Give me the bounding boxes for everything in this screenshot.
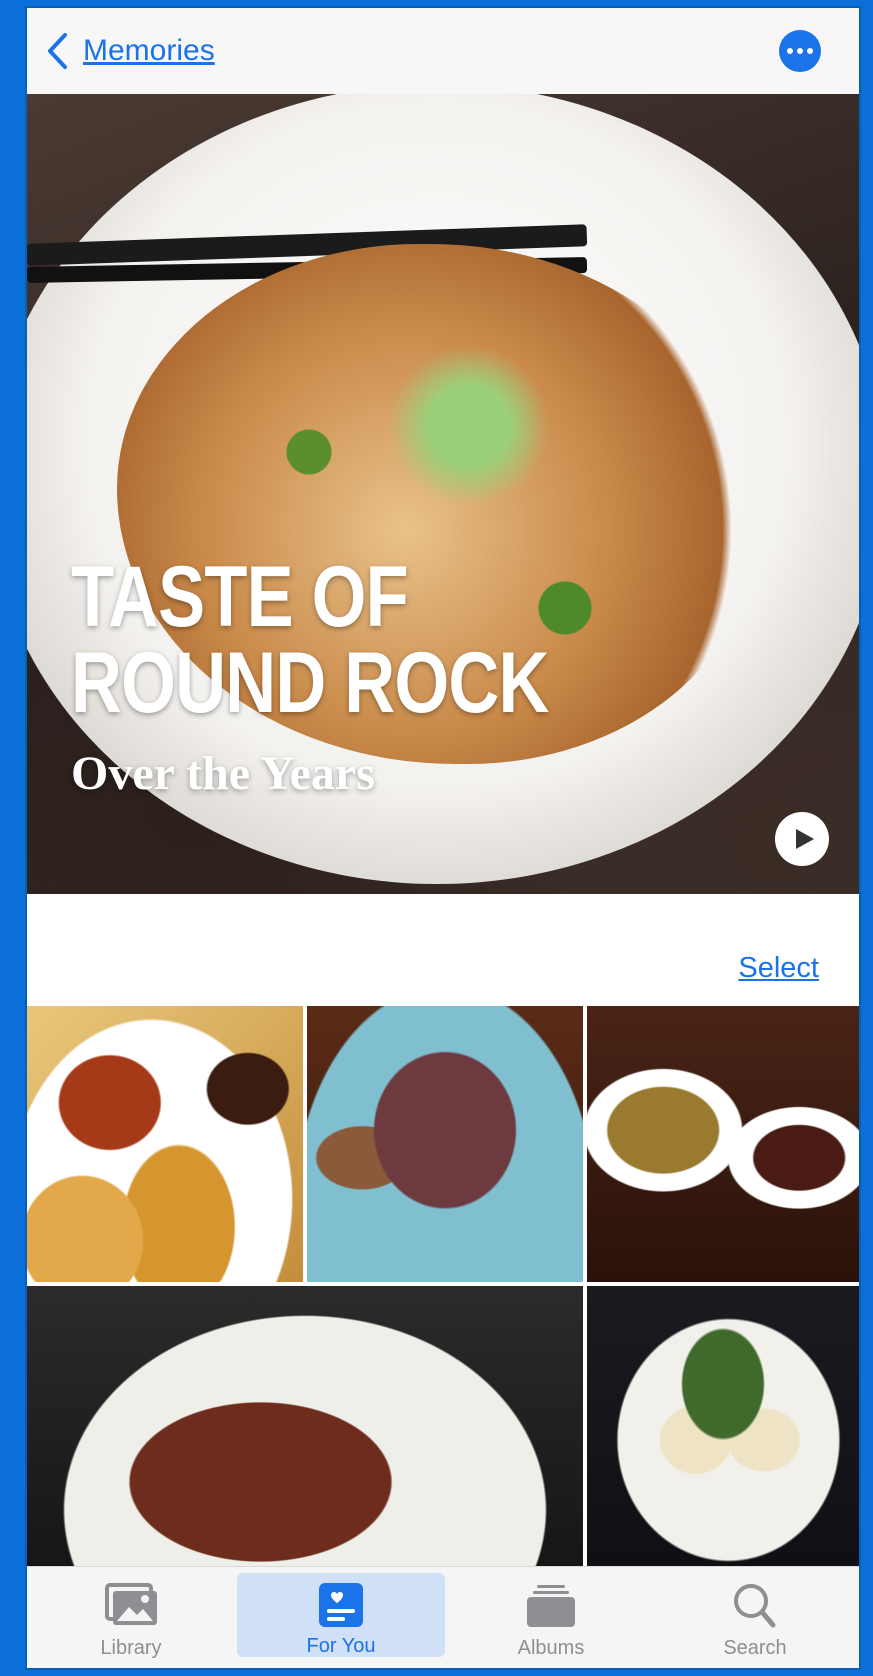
navigation-bar: Memories xyxy=(27,8,859,95)
tab-library[interactable]: Library xyxy=(27,1567,235,1668)
tab-bar: Library For You Albums Search xyxy=(27,1566,859,1668)
chevron-left-icon xyxy=(48,33,67,69)
photo-thumbnail[interactable] xyxy=(587,1006,859,1282)
play-icon xyxy=(796,829,814,849)
photo-thumbnail[interactable] xyxy=(587,1286,859,1566)
memory-title-line-1: TASTE OF xyxy=(71,549,409,645)
tab-label: Library xyxy=(100,1637,162,1659)
search-icon xyxy=(734,1584,776,1628)
albums-icon xyxy=(527,1585,575,1627)
photo-grid xyxy=(27,1006,859,1566)
ellipsis-icon[interactable] xyxy=(779,30,821,72)
memory-title: TASTE OF ROUND ROCK xyxy=(71,554,549,726)
tab-label: Search xyxy=(723,1637,787,1659)
tab-label: For You xyxy=(306,1635,376,1657)
tab-search[interactable]: Search xyxy=(651,1567,859,1668)
select-button[interactable]: Select xyxy=(738,952,819,985)
play-button[interactable] xyxy=(775,812,829,866)
memory-hero-image[interactable]: TASTE OF ROUND ROCK Over the Years xyxy=(27,94,859,894)
for-you-icon xyxy=(319,1583,363,1627)
memory-title-line-2: ROUND ROCK xyxy=(71,635,549,731)
back-label[interactable]: Memories xyxy=(83,34,215,68)
photo-thumbnail[interactable] xyxy=(27,1286,583,1566)
photos-app-window: Memories TASTE OF ROUND ROCK Over the Ye… xyxy=(27,8,859,1668)
tab-for-you[interactable]: For You xyxy=(237,1573,445,1657)
photo-library-icon xyxy=(105,1583,157,1625)
back-button[interactable]: Memories xyxy=(45,26,215,76)
tab-albums[interactable]: Albums xyxy=(447,1567,655,1668)
photo-thumbnail[interactable] xyxy=(27,1006,303,1282)
photo-thumbnail[interactable] xyxy=(307,1006,583,1282)
memory-subtitle: Over the Years xyxy=(71,747,375,800)
tab-label: Albums xyxy=(517,1637,585,1659)
